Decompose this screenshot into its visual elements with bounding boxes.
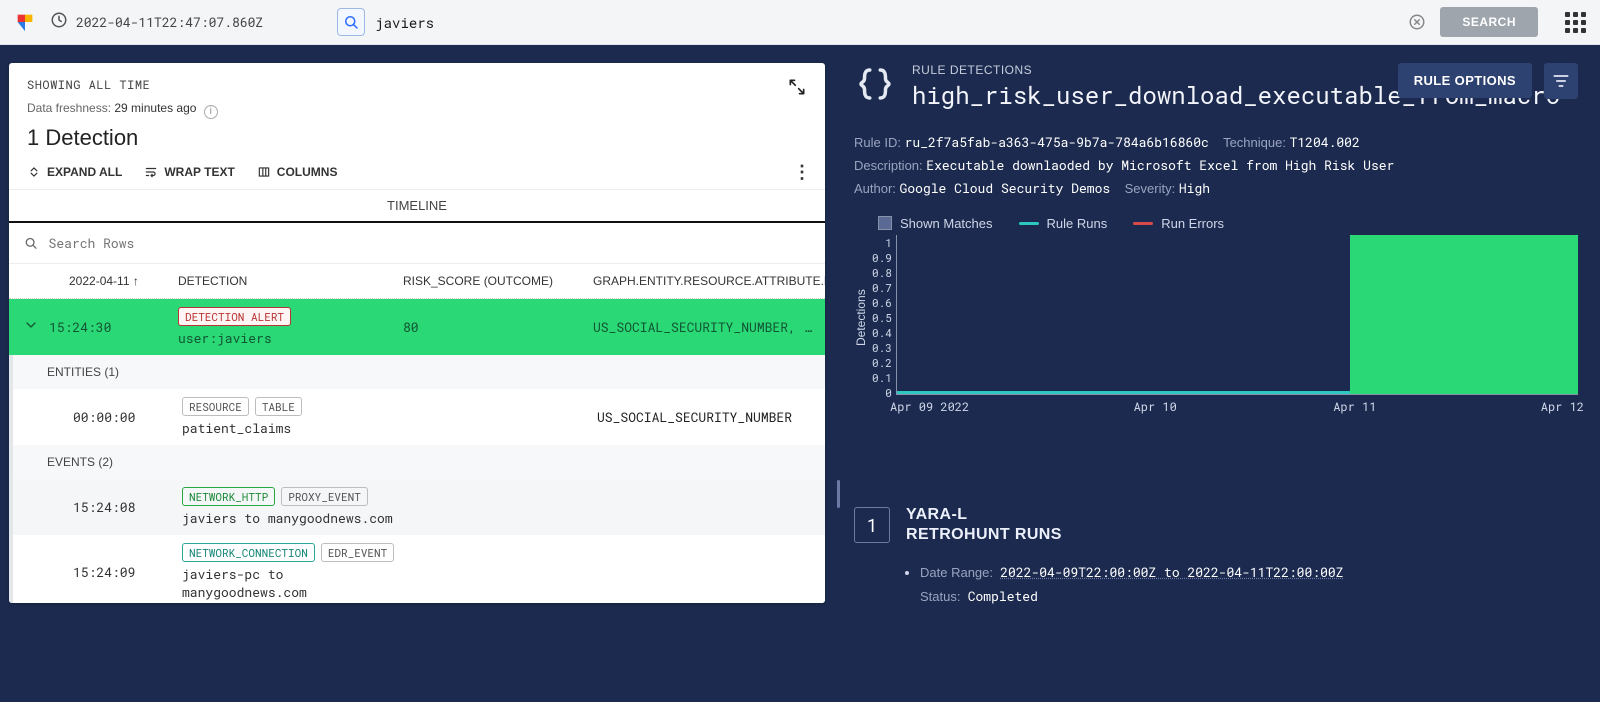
entity-labels: US_SOCIAL_SECURITY_NUMBER bbox=[597, 408, 825, 426]
col-labels[interactable]: GRAPH.ENTITY.RESOURCE.ATTRIBUTE.LABELS bbox=[593, 274, 825, 288]
timestamp-value: 2022-04-11T22:47:07.860Z bbox=[76, 13, 263, 31]
legend-errors[interactable]: Run Errors bbox=[1133, 216, 1224, 231]
resize-handle[interactable] bbox=[834, 420, 842, 702]
search-field[interactable]: javiers bbox=[337, 8, 434, 36]
detection-alert-row[interactable]: 15:24:30 DETECTION ALERT user:javiers 80… bbox=[9, 299, 825, 355]
col-date[interactable]: 2022-04-11 ↑ bbox=[23, 274, 178, 288]
detection-count: 1 Detection bbox=[27, 125, 807, 151]
alert-subject: user:javiers bbox=[178, 329, 403, 347]
search-rows[interactable] bbox=[9, 223, 825, 264]
info-icon[interactable]: i bbox=[204, 105, 218, 119]
showing-all-time-label: SHOWING ALL TIME bbox=[27, 77, 807, 93]
event2-time: 15:24:09 bbox=[27, 563, 182, 581]
column-headers: 2022-04-11 ↑ DETECTION RISK_SCORE (OUTCO… bbox=[9, 264, 825, 299]
expand-all-label: EXPAND ALL bbox=[47, 165, 122, 179]
event1-text: javiers to manygoodnews.com bbox=[182, 509, 393, 527]
alert-labels: US_SOCIAL_SECURITY_NUMBER, … bbox=[593, 318, 825, 336]
columns-label: COLUMNS bbox=[277, 165, 338, 179]
description-value: Executable downlaoded by Microsoft Excel… bbox=[926, 156, 1394, 174]
entity-tag-table: TABLE bbox=[255, 397, 302, 416]
legend-runs[interactable]: Rule Runs bbox=[1019, 216, 1108, 231]
daterange-value[interactable]: 2022-04-09T22:00:00Z to 2022-04-11T22:00… bbox=[1000, 563, 1343, 581]
search-button[interactable]: SEARCH bbox=[1440, 7, 1538, 37]
rule-metadata: Rule ID: ru_2f7a5fab-a363-475a-9b7a-784a… bbox=[854, 131, 1578, 200]
technique-value: T1204.002 bbox=[1290, 133, 1360, 151]
clock-icon bbox=[50, 11, 68, 33]
severity-label: Severity: bbox=[1125, 181, 1176, 196]
topbar: 2022-04-11T22:47:07.860Z javiers SEARCH bbox=[0, 0, 1600, 45]
events-group[interactable]: EVENTS (2) bbox=[9, 445, 825, 479]
search-value: javiers bbox=[375, 13, 434, 32]
entity-time: 00:00:00 bbox=[27, 408, 182, 426]
yara-panel: 1 YARA-L RETROHUNT RUNS Date Range: 2022… bbox=[854, 505, 1578, 605]
alert-time: 15:24:30 bbox=[49, 318, 111, 336]
bar-apr11[interactable] bbox=[1350, 235, 1578, 394]
event2-text: javiers-pc to manygoodnews.com bbox=[182, 565, 307, 601]
entity-row[interactable]: 00:00:00 RESOURCE TABLE patient_claims U… bbox=[9, 389, 825, 445]
author-label: Author: bbox=[854, 181, 896, 196]
chevron-down-icon[interactable] bbox=[23, 317, 41, 337]
status-value: Completed bbox=[968, 587, 1038, 605]
left-pane: SHOWING ALL TIME Data freshness: 29 minu… bbox=[0, 45, 834, 702]
retrohunt-count: 1 bbox=[854, 507, 890, 543]
event2-tag2: EDR_EVENT bbox=[321, 543, 394, 562]
col-detection[interactable]: DETECTION bbox=[178, 274, 403, 288]
retrohunt-title: RETROHUNT RUNS bbox=[906, 525, 1062, 545]
chart-x-ticks: Apr 09 2022Apr 10Apr 11Apr 12 bbox=[898, 399, 1578, 415]
filter-button[interactable] bbox=[1544, 63, 1578, 99]
chart-y-label: Detections bbox=[854, 235, 872, 395]
detection-alert-badge: DETECTION ALERT bbox=[178, 307, 291, 326]
entity-name: patient_claims bbox=[182, 419, 291, 437]
apps-icon[interactable] bbox=[1564, 11, 1586, 33]
data-freshness: Data freshness: 29 minutes ago i bbox=[27, 101, 807, 119]
status-label: Status: bbox=[920, 589, 960, 604]
event1-tag2: PROXY_EVENT bbox=[281, 487, 368, 506]
columns-button[interactable]: COLUMNS bbox=[257, 165, 338, 179]
rule-id-label: Rule ID: bbox=[854, 135, 901, 150]
technique-label: Technique: bbox=[1223, 135, 1286, 150]
timeline-tab[interactable]: TIMELINE bbox=[9, 190, 825, 223]
clear-search-icon[interactable] bbox=[1408, 13, 1426, 31]
expand-icon[interactable] bbox=[787, 77, 807, 97]
daterange-label: Date Range: bbox=[920, 565, 993, 580]
braces-icon bbox=[854, 63, 896, 105]
event2-tag1: NETWORK_CONNECTION bbox=[182, 543, 315, 562]
freshness-value: 29 minutes ago bbox=[114, 101, 196, 115]
product-logo[interactable] bbox=[14, 11, 36, 33]
legend-shown[interactable]: Shown Matches bbox=[878, 216, 993, 231]
entity-tag-resource: RESOURCE bbox=[182, 397, 249, 416]
col-risk-score[interactable]: RISK_SCORE (OUTCOME) bbox=[403, 274, 593, 288]
expand-all-button[interactable]: EXPAND ALL bbox=[27, 165, 122, 179]
wrap-text-button[interactable]: WRAP TEXT bbox=[144, 165, 234, 179]
author-value: Google Cloud Security Demos bbox=[900, 179, 1111, 197]
alert-risk-score: 80 bbox=[403, 318, 593, 336]
search-rows-input[interactable] bbox=[47, 233, 811, 253]
description-label: Description: bbox=[854, 158, 923, 173]
detections-chart: Detections 10.90.80.70.60.50.40.30.20.10 bbox=[854, 235, 1578, 395]
more-menu-icon[interactable]: ⋮ bbox=[793, 163, 811, 181]
wrap-text-label: WRAP TEXT bbox=[164, 165, 234, 179]
yara-l-title: YARA-L bbox=[906, 505, 1062, 525]
event1-time: 15:24:08 bbox=[27, 498, 182, 516]
rule-detail-pane: RULE DETECTIONS high_risk_user_download_… bbox=[834, 45, 1600, 702]
card-toolbar: EXPAND ALL WRAP TEXT COLUMNS ⋮ bbox=[9, 159, 825, 190]
event-row-1[interactable]: 15:24:08 NETWORK_HTTP PROXY_EVENT javier… bbox=[9, 479, 825, 535]
event1-tag1: NETWORK_HTTP bbox=[182, 487, 275, 506]
rule-options-button[interactable]: RULE OPTIONS bbox=[1398, 63, 1532, 98]
timestamp-display[interactable]: 2022-04-11T22:47:07.860Z bbox=[50, 11, 263, 33]
severity-value: High bbox=[1179, 179, 1210, 197]
entities-group[interactable]: ENTITIES (1) bbox=[9, 355, 825, 389]
chart-legend: Shown Matches Rule Runs Run Errors bbox=[878, 216, 1578, 231]
freshness-label: Data freshness: bbox=[27, 101, 114, 115]
rule-id-value: ru_2f7a5fab-a363-475a-9b7a-784a6b16860c bbox=[905, 133, 1209, 151]
search-icon[interactable] bbox=[337, 8, 365, 36]
chart-plot-area[interactable] bbox=[896, 235, 1578, 395]
event-row-2[interactable]: 15:24:09 NETWORK_CONNECTION EDR_EVENT ja… bbox=[9, 535, 825, 604]
detections-card: SHOWING ALL TIME Data freshness: 29 minu… bbox=[9, 63, 825, 603]
